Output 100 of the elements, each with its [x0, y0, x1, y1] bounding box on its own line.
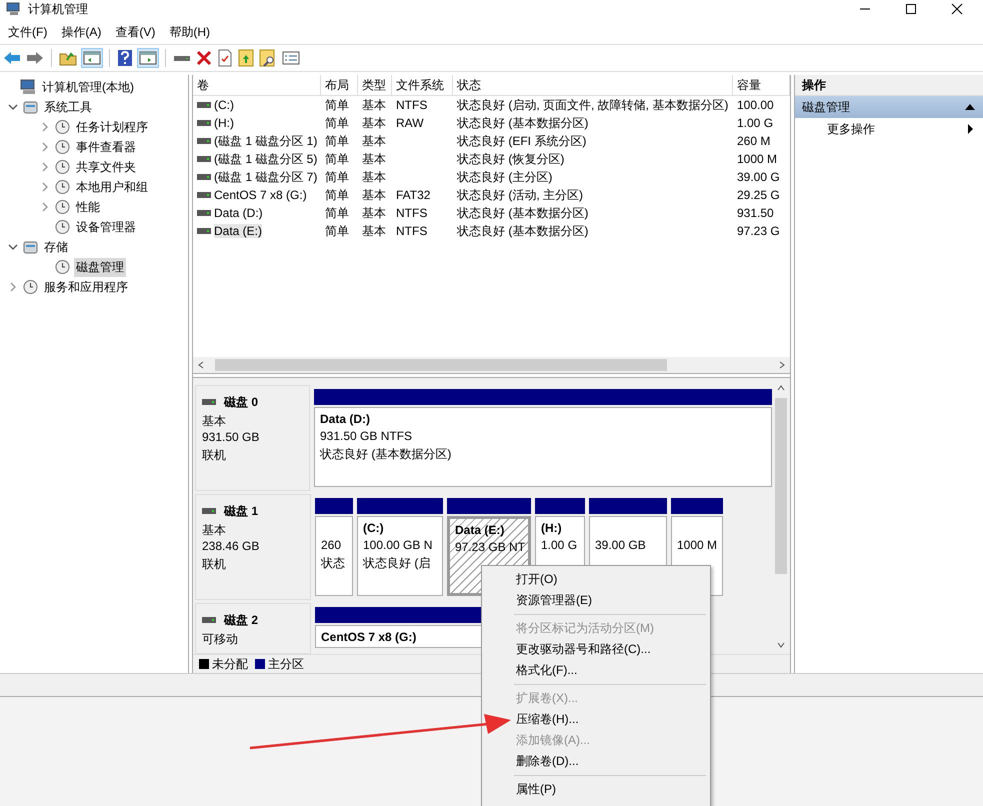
pane-icon[interactable]	[138, 49, 158, 67]
tree-item[interactable]: 任务计划程序	[74, 118, 150, 136]
disk-size: 238.46 GB	[202, 539, 260, 555]
table-cell: (磁盘 1 磁盘分区 7)	[214, 168, 318, 186]
tree-item[interactable]: 性能	[74, 198, 102, 216]
search-icon[interactable]	[259, 49, 277, 67]
disk-info-panel[interactable]: 磁盘 0 基本 931.50 GB 联机	[195, 385, 310, 491]
disk-info-panel[interactable]: 磁盘 1 基本 238.46 GB 联机	[195, 494, 311, 600]
table-cell: 基本	[362, 186, 386, 204]
properties-icon[interactable]	[282, 50, 300, 66]
disk-info-panel[interactable]: 磁盘 2 可移动	[195, 603, 311, 654]
partition-text: 260	[321, 538, 342, 554]
table-cell: (H:)	[214, 116, 234, 130]
menu-item[interactable]: 删除卷(D)...	[484, 751, 708, 772]
vertical-scrollbar[interactable]	[774, 382, 788, 651]
partition-text: 97.23 GB NT	[455, 540, 524, 556]
table-cell: 260 M	[737, 134, 770, 148]
table-cell: 基本	[362, 222, 386, 240]
close-icon[interactable]	[951, 3, 963, 15]
tree-item[interactable]: 磁盘管理	[74, 258, 126, 276]
table-cell: 简单	[325, 96, 349, 114]
tree-item[interactable]: 事件查看器	[74, 138, 138, 156]
tree-item[interactable]: 系统工具	[42, 98, 94, 116]
table-cell: 基本	[362, 114, 386, 132]
tree-item[interactable]: 设备管理器	[74, 218, 138, 236]
menu-item[interactable]: 查看(V)	[115, 24, 156, 40]
drive-icon	[197, 174, 211, 180]
partition-bar	[315, 498, 353, 514]
menu-item[interactable]: 操作(A)	[61, 24, 102, 40]
disk-status: 联机	[202, 447, 227, 463]
disk-type: 基本	[202, 522, 227, 538]
tree-item[interactable]: 计算机管理(本地)	[40, 78, 136, 96]
table-cell: 1.00 G	[737, 116, 774, 130]
partition-text: 1000 M	[677, 538, 718, 554]
table-cell: 简单	[325, 222, 349, 240]
delete-icon[interactable]	[196, 50, 212, 66]
table-cell: 状态良好 (活动, 主分区)	[457, 186, 583, 204]
partition-block[interactable]: Data (D:) 931.50 GB NTFS 状态良好 (基本数据分区)	[314, 407, 772, 487]
menu-item[interactable]: 帮助(H)	[169, 24, 210, 40]
drive-icon	[197, 156, 211, 162]
table-cell: Data (E:)	[214, 224, 262, 238]
menu-item[interactable]: 属性(P)	[484, 779, 708, 800]
chevron-icon[interactable]	[8, 242, 18, 252]
menu-item[interactable]: 更改驱动器号和路径(C)...	[484, 639, 708, 660]
pane-icon[interactable]	[82, 49, 102, 67]
table-cell: 39.00 G	[737, 170, 780, 184]
table-cell: 97.23 G	[737, 224, 780, 238]
checklist-icon[interactable]	[217, 49, 233, 67]
partition-block[interactable]: (C:) 100.00 GB N 状态良好 (启	[357, 516, 443, 596]
table-cell: 基本	[362, 96, 386, 114]
column-header[interactable]: 容量	[733, 75, 790, 95]
horizontal-scrollbar[interactable]	[193, 357, 790, 373]
tree-item[interactable]: 服务和应用程序	[42, 278, 130, 296]
actions-section[interactable]: 磁盘管理	[795, 96, 983, 118]
partition-text: 状态	[321, 555, 346, 572]
scroll-up-icon[interactable]	[777, 384, 785, 392]
table-cell: 状态良好 (恢复分区)	[457, 150, 564, 168]
table-cell: 简单	[325, 204, 349, 222]
partition-label: Data (D:)	[320, 412, 370, 426]
disk-size: 931.50 GB	[202, 430, 260, 446]
drive-icon	[202, 617, 216, 623]
menu-item[interactable]: 格式化(F)...	[484, 660, 708, 681]
table-cell: 简单	[325, 168, 349, 186]
column-header[interactable]: 状态	[453, 75, 733, 95]
partition-text: 状态良好 (基本数据分区)	[320, 446, 452, 463]
folder-icon[interactable]	[59, 50, 77, 66]
partition-label: (C:)	[363, 521, 384, 535]
computer-icon	[20, 79, 37, 95]
column-header[interactable]: 布局	[321, 75, 358, 95]
column-header[interactable]: 文件系统	[392, 75, 453, 95]
table-cell: NTFS	[396, 224, 428, 238]
table-cell: CentOS 7 x8 (G:)	[214, 188, 307, 202]
partition-text: 39.00 GB	[595, 538, 647, 554]
collapse-icon	[965, 104, 975, 110]
legend-label: 未分配	[212, 656, 248, 672]
forward-arrow-icon[interactable]	[26, 50, 44, 66]
tree-item[interactable]: 共享文件夹	[74, 158, 138, 176]
back-arrow-icon[interactable]	[3, 50, 21, 66]
table-cell: (磁盘 1 磁盘分区 5)	[214, 150, 318, 168]
table-cell: 基本	[362, 150, 386, 168]
column-header[interactable]: 类型	[358, 75, 392, 95]
scroll-down-icon[interactable]	[777, 641, 785, 649]
partition-text: 931.50 GB NTFS	[320, 429, 414, 445]
menu-item[interactable]: 压缩卷(H)...	[484, 709, 708, 730]
drive-icon	[197, 210, 211, 216]
chevron-icon[interactable]	[8, 102, 18, 112]
menu-item[interactable]: 文件(F)	[8, 24, 48, 40]
partition-label: CentOS 7 x8 (G:)	[321, 630, 416, 644]
tree-item[interactable]: 本地用户和组	[74, 178, 150, 196]
help-icon[interactable]	[117, 49, 133, 67]
table-cell: Data (D:)	[214, 206, 263, 220]
disk-type: 可移动	[202, 631, 239, 647]
scroll-right-icon[interactable]	[778, 361, 786, 369]
folder-up-icon[interactable]	[238, 49, 254, 67]
column-header[interactable]: 卷	[193, 75, 321, 95]
partition-block[interactable]: 260 状态	[315, 516, 353, 596]
maximize-icon[interactable]	[905, 3, 917, 15]
action-item[interactable]: 更多操作	[795, 118, 983, 140]
tree-item[interactable]: 存储	[42, 238, 70, 256]
scroll-left-icon[interactable]	[197, 361, 205, 369]
